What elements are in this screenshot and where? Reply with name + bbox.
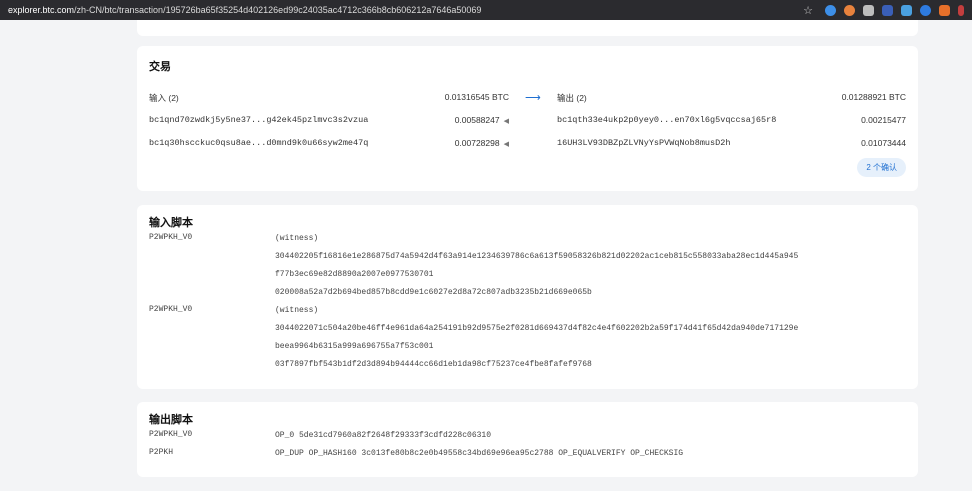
script-lines: (witness) 304402205f16816e1e286875d74a59… [275, 233, 798, 305]
script-type: P2WPKH_V0 [149, 305, 193, 314]
extension-icon-2[interactable] [844, 4, 855, 16]
bookmark-star-icon[interactable]: ☆ [803, 4, 813, 17]
confirmations-badge: 2 个确认 [857, 158, 906, 177]
input-script-item: P2WPKH_V0 (witness) 304402205f16816e1e28… [149, 233, 906, 305]
outputs-total: 0.01288921 BTC [841, 92, 906, 102]
address-bar[interactable]: explorer.btc.com/zh-CN/btc/transaction/1… [8, 5, 803, 15]
input-amount-value: 0.00588247 [454, 115, 500, 125]
page-content: 交易 输入 (2) 0.01316545 BTC ⟶ 输出 (2) 0.0128… [0, 20, 972, 491]
script-type: P2WPKH_V0 [149, 233, 193, 242]
output-address-link[interactable]: 16UH3LV93DBZpZLVNyYsPVWqNob8musD2h [557, 138, 730, 148]
triangle-left-icon: ◀ [503, 118, 509, 125]
script-line: beea9964b6315a999a696755a7f53c001 [275, 342, 434, 351]
output-scripts-title: 输出脚本 [149, 414, 193, 426]
extension-icon-4[interactable] [882, 4, 893, 16]
output-script-item: P2PKH OP_DUP OP_HASH160 3c013fe80b8c2e0b… [149, 448, 906, 466]
script-line: (witness) [275, 234, 319, 243]
script-type: P2PKH [149, 448, 174, 457]
inputs-label: 输入 (2) [149, 93, 179, 103]
input-scripts-card: 输入脚本 P2WPKH_V0 (witness) 304402205f16816… [137, 205, 918, 389]
input-amount-value: 0.00728298 [454, 138, 500, 148]
url-host: explorer.btc.com [8, 5, 75, 15]
output-scripts-card: 输出脚本 P2WPKH_V0 OP_0 5de31cd7960a82f2648f… [137, 402, 918, 477]
input-amount: 0.00588247 ◀ [419, 115, 509, 125]
metamask-fox-icon[interactable] [939, 4, 950, 16]
arrow-right-icon: ⟶ [525, 92, 541, 104]
extension-icon-5[interactable] [901, 4, 912, 16]
extension-icon-6[interactable] [920, 4, 931, 16]
previous-card [137, 20, 918, 36]
script-line: (witness) [275, 306, 319, 315]
triangle-left-icon: ◀ [503, 141, 509, 148]
script-lines: OP_0 5de31cd7960a82f2648f29333f3cdfd228c… [275, 430, 491, 448]
script-line: f77b3ec69e82d8890a2007e0977530701 [275, 270, 434, 279]
transaction-title: 交易 [149, 61, 171, 73]
script-lines: (witness) 3044022071c504a20be46ff4e961da… [275, 305, 798, 377]
script-line: 03f7897fbf543b1df2d3d894b94444cc66d1eb1d… [275, 360, 592, 369]
script-type: P2WPKH_V0 [149, 430, 193, 439]
script-lines: OP_DUP OP_HASH160 3c013fe80b8c2e0b49558c… [275, 448, 683, 466]
output-address-link[interactable]: bc1qth33e4ukp2p0yey0...en70xl6g5vqccsaj6… [557, 115, 776, 125]
outputs-label: 输出 (2) [557, 93, 587, 103]
output-amount: 0.01073444 [861, 138, 906, 148]
url-path: /zh-CN/btc/transaction/195726ba65f35254d… [74, 5, 482, 15]
extension-icon-8[interactable] [958, 4, 964, 16]
inputs-total: 0.01316545 BTC [444, 92, 509, 102]
script-line: 3044022071c504a20be46ff4e961da64a254191b… [275, 324, 799, 333]
script-line: 020008a52a7d2b694bed857b8cdd9e1c6027e2d8… [275, 288, 592, 297]
output-amount: 0.00215477 [861, 115, 906, 125]
io-header-row: 输入 (2) 0.01316545 BTC ⟶ 输出 (2) 0.0128892… [149, 92, 906, 115]
output-script-item: P2WPKH_V0 OP_0 5de31cd7960a82f2648f29333… [149, 430, 906, 448]
script-line: 304402205f16816e1e286875d74a5942d4f63a91… [275, 252, 799, 261]
input-amount: 0.00728298 ◀ [419, 138, 509, 148]
io-row: bc1q30hscckuc0qsu8ae...d0mnd9k0u66syw2me… [149, 138, 906, 161]
extension-bar: ☆ [803, 4, 964, 17]
io-row: bc1qnd70zwdkj5y5ne37...g42ek45pzlmvc3s2v… [149, 115, 906, 138]
input-address-link[interactable]: bc1qnd70zwdkj5y5ne37...g42ek45pzlmvc3s2v… [149, 115, 368, 125]
input-address-link[interactable]: bc1q30hscckuc0qsu8ae...d0mnd9k0u66syw2me… [149, 138, 368, 148]
extension-icon-1[interactable] [825, 4, 836, 16]
extension-icon-3[interactable] [863, 4, 874, 16]
browser-toolbar: explorer.btc.com/zh-CN/btc/transaction/1… [0, 0, 972, 20]
input-scripts-title: 输入脚本 [149, 217, 193, 229]
transaction-io: 输入 (2) 0.01316545 BTC ⟶ 输出 (2) 0.0128892… [149, 92, 906, 161]
input-script-item: P2WPKH_V0 (witness) 3044022071c504a20be4… [149, 305, 906, 377]
transaction-card: 交易 输入 (2) 0.01316545 BTC ⟶ 输出 (2) 0.0128… [137, 46, 918, 191]
script-line: OP_DUP OP_HASH160 3c013fe80b8c2e0b49558c… [275, 449, 684, 458]
script-line: OP_0 5de31cd7960a82f2648f29333f3cdfd228c… [275, 431, 492, 440]
